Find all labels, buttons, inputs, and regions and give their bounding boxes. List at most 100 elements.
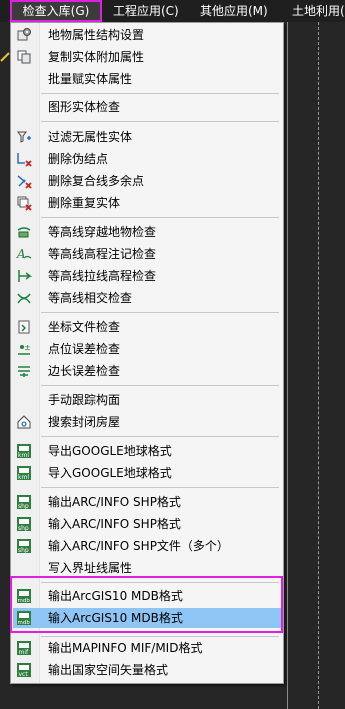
svg-text:A: A [16,247,26,261]
menu-item-delete-duplicate[interactable]: 删除重复实体 [13,193,281,213]
menu-item-export-vct[interactable]: vct 输出国家空间矢量格式 [13,660,281,680]
shp-multi-import-icon: shp [17,539,31,554]
delete-node-icon [17,153,32,167]
svg-text:mdb: mdb [18,620,31,626]
menu-item-export-shp[interactable]: shp 输出ARC/INFO SHP格式 [13,492,281,512]
menu-separator [41,121,279,122]
menu-item-search-closed-house[interactable]: 搜索封闭房屋 [13,412,281,432]
menu-separator [41,436,279,437]
menu-item-label: 等高线穿越地物检查 [48,225,157,239]
contour-line-icon [18,270,32,282]
menu-item-write-boundary-attr[interactable]: 写入界址线属性 [13,558,281,578]
menu-separator [41,582,279,583]
contour-intersect-icon [17,293,31,304]
menu-item-contour-intersect[interactable]: 等高线相交检查 [13,288,281,308]
menu-item-label: 批量赋实体属性 [48,72,133,86]
menu-item-label: 写入界址线属性 [48,561,133,575]
mdb-export-icon: mdb [17,589,31,604]
menu-item-label: 点位误差检查 [48,342,121,356]
pencil-icon [0,52,10,62]
delete-duplicate-icon [17,196,32,211]
check-import-dropdown: 地物属性结构设置 复制实体附加属性 批量赋实体属性 图形实体检查 过滤无属性实体… [10,22,284,684]
menu-item-label: 输出国家空间矢量格式 [48,663,169,677]
menu-item-label: 地物属性结构设置 [48,28,145,42]
kml-import-icon: kml [17,466,31,481]
svg-text:mdb: mdb [18,598,31,604]
menu-separator [41,636,279,637]
vct-export-icon: vct [17,663,31,678]
menu-item-contour-cross[interactable]: 等高线穿越地物检查 [13,222,281,242]
menu-item-delete-polyline-points[interactable]: 删除复合线多余点 [13,171,281,191]
menu-item-import-shp[interactable]: shp 输入ARC/INFO SHP格式 [13,514,281,534]
menu-item-label: 过滤无属性实体 [48,130,133,144]
copy-icon [17,50,31,64]
menu-item-label: 输出ArcGIS10 MDB格式 [48,589,183,603]
menu-item-label: 坐标文件检查 [48,320,121,334]
menu-separator [41,487,279,488]
menu-land-use[interactable]: 土地利用( [292,2,345,20]
svg-text:±: ± [24,343,31,352]
svg-text:vct: vct [19,671,29,678]
menu-item-point-error-check[interactable]: ± 点位误差检查 [13,339,281,359]
menu-item-delete-pseudo-node[interactable]: 删除伪结点 [13,149,281,169]
menu-separator [41,385,279,386]
menu-item-label: 图形实体检查 [48,100,121,114]
menu-item-label: 边长误差检查 [48,364,121,378]
edge-error-icon [18,366,30,377]
cad-line [287,22,288,709]
svg-text:kml: kml [18,452,29,459]
menu-item-contour-annotation[interactable]: A 等高线高程注记检查 [13,244,281,264]
contour-annotation-icon: A [16,247,32,261]
filter-icon [17,131,31,143]
mdb-import-icon: mdb [17,611,31,626]
menu-item-label: 手动跟踪构面 [48,393,121,407]
point-error-icon: ± [18,343,31,355]
menu-item-label: 删除重复实体 [48,196,121,210]
menu-check-import[interactable]: 检查入库(G) [10,0,102,22]
menu-item-edge-error-check[interactable]: 边长误差检查 [13,361,281,381]
shp-export-icon: shp [17,495,31,510]
menu-item-export-mif[interactable]: mif 输出MAPINFO MIF/MID格式 [13,638,281,658]
delete-polyline-points-icon [17,175,32,189]
menu-item-import-shp-multiple[interactable]: shp 输入ARC/INFO SHP文件（多个） [13,536,281,556]
menu-item-label: 删除复合线多余点 [48,174,145,188]
gear-layers-icon [17,28,31,41]
mif-export-icon: mif [17,641,31,656]
menu-separator [41,312,279,313]
svg-text:kml: kml [18,474,29,481]
menu-item-label: 输入ARC/INFO SHP文件（多个） [48,539,229,553]
menu-item-copy-attributes[interactable]: 复制实体附加属性 [13,47,281,67]
menu-item-export-mdb[interactable]: mdb 输出ArcGIS10 MDB格式 [13,586,281,606]
menu-item-batch-assign[interactable]: 批量赋实体属性 [13,69,281,89]
svg-text:mif: mif [19,649,30,656]
cad-dashed-line [318,22,319,709]
menu-separator [41,93,279,94]
menu-item-label: 导出GOOGLE地球格式 [48,444,172,458]
menu-item-label: 复制实体附加属性 [48,50,145,64]
menu-item-import-google[interactable]: kml 导入GOOGLE地球格式 [13,463,281,483]
menu-item-label: 等高线拉线高程检查 [48,269,157,283]
menu-item-manual-trace[interactable]: 手动跟踪构面 [13,390,281,410]
menu-other-apps[interactable]: 其他应用(M) [200,2,268,20]
house-icon [17,415,31,429]
menu-item-label: 输入ArcGIS10 MDB格式 [48,611,183,625]
menu-item-attribute-structure[interactable]: 地物属性结构设置 [13,25,281,45]
menu-item-coord-file-check[interactable]: 坐标文件检查 [13,317,281,337]
menu-item-contour-line[interactable]: 等高线拉线高程检查 [13,266,281,286]
svg-text:shp: shp [18,547,29,554]
menubar: 检查入库(G) 工程应用(C) 其他应用(M) 土地利用( [0,0,345,22]
menu-item-graphic-check[interactable]: 图形实体检查 [13,97,281,117]
menu-engineering[interactable]: 工程应用(C) [113,2,179,20]
menu-item-label: 删除伪结点 [48,152,109,166]
menu-item-export-google[interactable]: kml 导出GOOGLE地球格式 [13,441,281,461]
coord-file-icon [18,320,30,334]
svg-text:shp: shp [18,525,29,532]
menu-item-filter-no-attr[interactable]: 过滤无属性实体 [13,127,281,147]
menu-item-label: 搜索封闭房屋 [48,415,121,429]
svg-text:shp: shp [18,503,29,510]
menu-item-import-mdb[interactable]: mdb 输入ArcGIS10 MDB格式 [13,608,281,628]
menu-item-label: 等高线相交检查 [48,291,133,305]
shp-import-icon: shp [17,517,31,532]
menu-separator [41,217,279,218]
menu-item-label: 等高线高程注记检查 [48,247,157,261]
